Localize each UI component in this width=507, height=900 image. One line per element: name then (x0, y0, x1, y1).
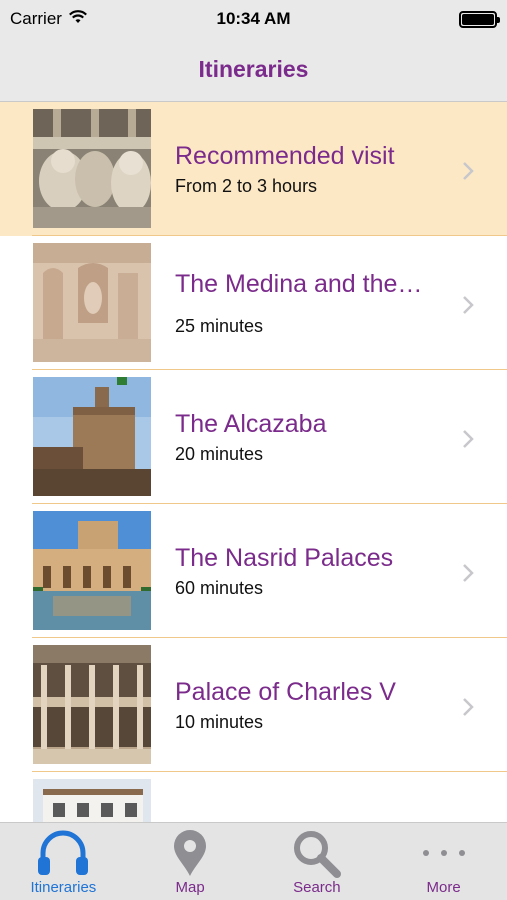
tab-itineraries[interactable]: Itineraries (0, 823, 127, 900)
tab-label: Search (293, 879, 341, 896)
chevron-right-icon (461, 294, 475, 316)
search-icon (287, 827, 347, 879)
row-text: The Medina and the… 25 minutes (175, 270, 447, 337)
status-bar: Carrier 10:34 AM (0, 0, 507, 38)
list-item[interactable]: The Nasrid Palaces 60 minutes (0, 504, 507, 638)
tab-map[interactable]: Map (127, 823, 254, 900)
chevron-right-icon (461, 562, 475, 584)
itinerary-duration: 20 minutes (175, 443, 264, 464)
itinerary-title: The Alcazaba (175, 409, 327, 438)
itinerary-title: Recommended visit (175, 141, 395, 170)
row-text: Recommended visit From 2 to 3 hours (175, 142, 447, 197)
row-text: The Nasrid Palaces 60 minutes (175, 544, 447, 599)
itinerary-duration: 60 minutes (175, 577, 264, 598)
navigation-bar: Itineraries (0, 38, 507, 102)
itinerary-duration: From 2 to 3 hours (175, 175, 318, 196)
tab-label: Map (175, 879, 205, 896)
tab-bar: Itineraries Map Search More (0, 822, 507, 900)
row-text: The Alcazaba 20 minutes (175, 410, 447, 465)
itinerary-list[interactable]: Recommended visit From 2 to 3 hours The … (0, 102, 507, 822)
tab-more[interactable]: More (380, 823, 507, 900)
battery-level (462, 13, 494, 25)
itinerary-thumbnail (33, 511, 151, 630)
more-icon (414, 827, 474, 879)
itinerary-duration: 10 minutes (175, 711, 264, 732)
wifi-icon (68, 9, 88, 30)
itinerary-thumbnail (33, 243, 151, 362)
itinerary-thumbnail (33, 779, 151, 822)
status-left: Carrier (10, 9, 88, 30)
tab-label: More (426, 879, 461, 896)
itinerary-title: The Medina and the… (175, 270, 423, 298)
chevron-right-icon (461, 428, 475, 450)
carrier-label: Carrier (10, 9, 62, 28)
map-pin-icon (160, 827, 220, 879)
page-title: Itineraries (198, 56, 309, 82)
list-item[interactable] (0, 772, 507, 822)
itinerary-title: Palace of Charles V (175, 677, 396, 706)
itinerary-thumbnail (33, 645, 151, 764)
headphones-icon (33, 827, 93, 879)
chevron-right-icon (461, 160, 475, 182)
tab-label: Itineraries (30, 879, 97, 896)
row-text: Palace of Charles V 10 minutes (175, 678, 447, 733)
tab-search[interactable]: Search (254, 823, 381, 900)
battery-icon (459, 10, 500, 28)
list-item[interactable]: The Alcazaba 20 minutes (0, 370, 507, 504)
list-item[interactable]: Palace of Charles V 10 minutes (0, 638, 507, 772)
itinerary-duration: 25 minutes (175, 316, 264, 336)
itinerary-thumbnail (33, 377, 151, 496)
itinerary-thumbnail (33, 109, 151, 228)
chevron-right-icon (461, 696, 475, 718)
list-item[interactable]: Recommended visit From 2 to 3 hours (0, 102, 507, 236)
itinerary-title: The Nasrid Palaces (175, 543, 394, 572)
list-item[interactable]: The Medina and the… 25 minutes (0, 236, 507, 370)
